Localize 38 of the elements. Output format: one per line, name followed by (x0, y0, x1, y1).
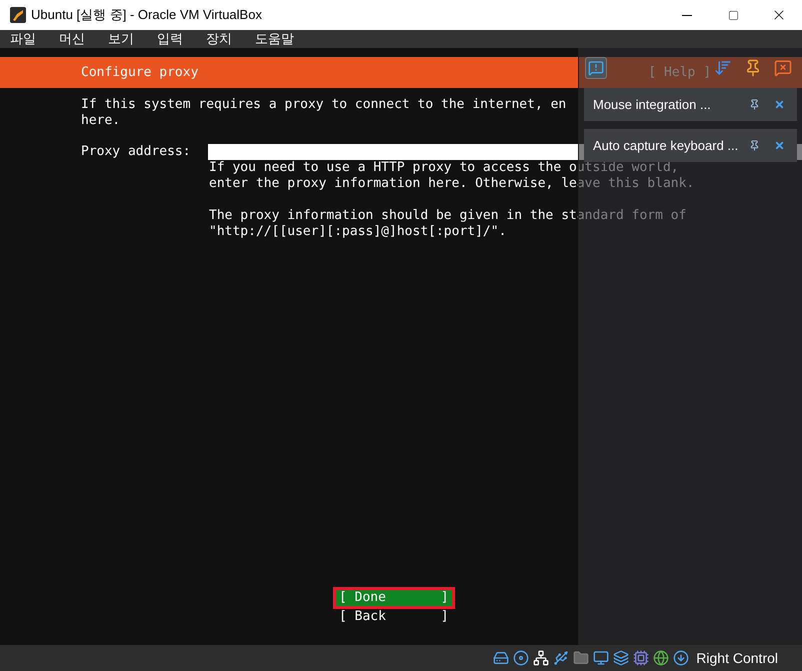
menu-item[interactable]: 머신 (54, 30, 90, 48)
menu-button[interactable]: [ Back ] (333, 609, 455, 625)
app-logo-icon (9, 6, 27, 24)
menu-item[interactable]: 입력 (152, 30, 188, 48)
field-label: Proxy address: (81, 144, 192, 160)
hint-text: The proxy information should be given in the standard form of (209, 208, 688, 224)
intro-text: If this system requires a proxy to connect to the internet, en (81, 97, 566, 113)
window-title: Ubuntu [실행 중] - Oracle VM VirtualBox (31, 6, 262, 24)
sort-icon[interactable] (714, 59, 732, 77)
notification-text: Auto capture keyboard ... (593, 136, 738, 155)
globe-icon (653, 650, 670, 666)
pin-icon[interactable] (744, 59, 762, 77)
hint-text: enter the proxy information here. Otherwise, leave this blank. (209, 176, 696, 192)
pin-icon[interactable] (749, 140, 760, 151)
layers-icon (613, 650, 630, 666)
usb-icon (553, 650, 570, 666)
intro-text: here. (81, 113, 120, 129)
header-title: Configure proxy (81, 64, 198, 80)
pin-icon[interactable] (749, 99, 760, 110)
close-all-icon[interactable] (774, 59, 792, 77)
cpu-icon (633, 650, 650, 666)
display-icon (593, 650, 610, 666)
menu-item[interactable]: 도움말 (250, 30, 299, 48)
menu-button[interactable]: [ Done ] (333, 587, 455, 609)
close-icon[interactable] (774, 99, 785, 110)
menu-item[interactable]: 파일 (5, 30, 41, 48)
host-key-label: Right Control (696, 648, 778, 668)
menu-item[interactable]: 보기 (103, 30, 139, 48)
menu-item[interactable]: 장치 (201, 30, 237, 48)
maximize-icon (728, 10, 738, 20)
minimize-icon (682, 14, 692, 16)
close-icon[interactable] (774, 140, 785, 151)
notification-center-icon[interactable] (585, 57, 607, 79)
hint-text: "http://[[user][:pass]@]host[:port]/". (209, 224, 508, 240)
network-icon (533, 650, 550, 666)
optical-disc-icon (513, 650, 530, 666)
notification-text: Mouse integration ... (593, 96, 711, 114)
folder-icon (573, 650, 590, 666)
